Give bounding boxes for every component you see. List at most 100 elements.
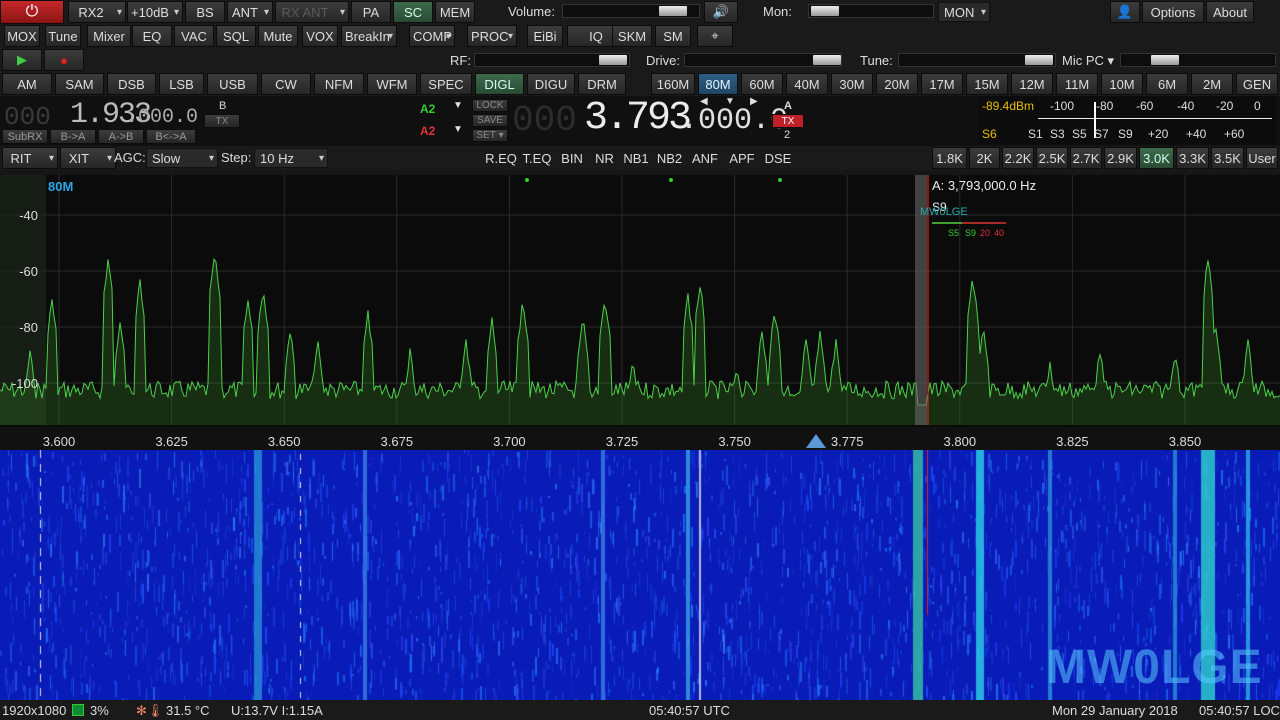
mode-cw-button[interactable]: CW	[261, 73, 311, 95]
btn-eq-button[interactable]: EQ	[132, 25, 172, 47]
dsp-teq-button[interactable]: T.EQ	[520, 147, 554, 169]
mode-nfm-button[interactable]: NFM	[314, 73, 364, 95]
mode-drm-button[interactable]: DRM	[578, 73, 626, 95]
rf-slider[interactable]	[474, 53, 630, 67]
filter-33k-button[interactable]: 3.3K	[1176, 147, 1209, 169]
preamp-button[interactable]: +10dB	[127, 1, 183, 23]
about-button[interactable]: About	[1206, 1, 1254, 23]
bs-button[interactable]: BS	[185, 1, 225, 23]
filter-35k-button[interactable]: 3.5K	[1211, 147, 1244, 169]
sc-button[interactable]: SC	[393, 1, 433, 23]
subrx-button[interactable]: SubRX	[2, 129, 48, 144]
band-2m-button[interactable]: 2M	[1191, 73, 1233, 95]
btn-tune-button[interactable]: Tune	[45, 25, 81, 47]
filter-22k-button[interactable]: 2.2K	[1002, 147, 1034, 169]
volume-thumb[interactable]	[659, 6, 687, 16]
dsp-req-button[interactable]: R.EQ	[484, 147, 518, 169]
band-10m-button[interactable]: 10M	[1101, 73, 1143, 95]
btn-sql-button[interactable]: SQL	[216, 25, 256, 47]
btn-mixer-button[interactable]: Mixer	[87, 25, 131, 47]
drive-thumb[interactable]	[813, 55, 841, 65]
agc-select[interactable]: Slow	[146, 148, 218, 168]
rit-button[interactable]: RIT	[2, 147, 58, 169]
btn-eibi-button[interactable]: EiBi	[527, 25, 563, 47]
mode-am-button[interactable]: AM	[2, 73, 52, 95]
mic-pc-label[interactable]: Mic PC ▾	[1062, 53, 1114, 69]
band-80m-button[interactable]: 80M	[698, 73, 738, 95]
band-6m-button[interactable]: 6M	[1146, 73, 1188, 95]
ant-button[interactable]: ANT	[227, 1, 273, 23]
mon-select[interactable]: MON	[938, 2, 990, 22]
dsp-dse-button[interactable]: DSE	[762, 147, 794, 169]
speaker-button[interactable]: 🔊	[704, 1, 738, 23]
band-15m-button[interactable]: 15M	[966, 73, 1008, 95]
rf-thumb[interactable]	[599, 55, 627, 65]
band-gen-button[interactable]: GEN	[1236, 73, 1278, 95]
filter-29k-button[interactable]: 2.9K	[1104, 147, 1137, 169]
btn-breakin-button[interactable]: BreakIn	[341, 25, 397, 47]
btn-skm-button[interactable]: SKM	[612, 25, 652, 47]
filter-30k-button[interactable]: 3.0K	[1139, 147, 1174, 169]
band-40m-button[interactable]: 40M	[786, 73, 828, 95]
a-to-b-button[interactable]: A->B	[98, 129, 144, 144]
panadapter[interactable]: 80M A: 3,793,000.0 HzS9MW0LGES5 S9 20 40-40-…	[0, 175, 1280, 450]
save-button[interactable]: SAVE	[472, 114, 508, 127]
band-17m-button[interactable]: 17M	[921, 73, 963, 95]
tune-down-icon[interactable]: ▼	[725, 96, 735, 107]
user-button[interactable]: 👤	[1110, 1, 1140, 23]
band-30m-button[interactable]: 30M	[831, 73, 873, 95]
mic-thumb[interactable]	[1151, 55, 1179, 65]
lock-button[interactable]: LOCK	[472, 99, 508, 112]
btn-mute-button[interactable]: Mute	[258, 25, 298, 47]
btn-mox-button[interactable]: MOX	[4, 25, 40, 47]
mon-thumb[interactable]	[811, 6, 839, 16]
mode-sam-button[interactable]: SAM	[55, 73, 104, 95]
rx-ant-button[interactable]: RX ANT	[275, 1, 349, 23]
play-button[interactable]: ▶	[2, 49, 42, 71]
mode-lsb-button[interactable]: LSB	[159, 73, 204, 95]
mode-dsb-button[interactable]: DSB	[107, 73, 156, 95]
filter-18k-button[interactable]: 1.8K	[932, 147, 967, 169]
mode-usb-button[interactable]: USB	[207, 73, 258, 95]
a2-bottom-dropdown-icon[interactable]: ▼	[453, 124, 463, 135]
band-160m-button[interactable]: 160M	[651, 73, 695, 95]
b-to-a-button[interactable]: B->A	[50, 129, 96, 144]
pin-button[interactable]: ⌖	[697, 25, 733, 47]
a2-top-dropdown-icon[interactable]: ▼	[453, 100, 463, 111]
mode-spec-button[interactable]: SPEC	[420, 73, 472, 95]
mode-digu-button[interactable]: DIGU	[527, 73, 575, 95]
xit-button[interactable]: XIT	[60, 147, 116, 169]
swap-ab-button[interactable]: B<->A	[146, 129, 196, 144]
mon-slider[interactable]	[808, 4, 934, 18]
tune-slider[interactable]	[898, 53, 1056, 67]
vfoa-freq-main[interactable]: 3.793	[584, 96, 692, 141]
vfoa-tx-button[interactable]: TX	[772, 114, 804, 128]
dsp-nr-button[interactable]: NR	[590, 147, 619, 169]
rx2-button[interactable]: RX2	[68, 1, 126, 23]
record-button[interactable]: ●	[44, 49, 84, 71]
power-button[interactable]: ⏻	[0, 0, 64, 24]
dsp-nb2-button[interactable]: NB2	[653, 147, 686, 169]
set-button[interactable]: SET ▾	[472, 129, 508, 142]
btn-sm-button[interactable]: SM	[655, 25, 691, 47]
band-11m-button[interactable]: 11M	[1056, 73, 1098, 95]
volume-slider[interactable]	[562, 4, 700, 18]
filter-25k-button[interactable]: 2.5K	[1036, 147, 1068, 169]
vfob-tx-button[interactable]: TX	[204, 114, 240, 128]
btn-proc-button[interactable]: PROC	[467, 25, 517, 47]
btn-comp-button[interactable]: COMP	[409, 25, 455, 47]
tune-thumb[interactable]	[1025, 55, 1053, 65]
filter-user-button[interactable]: User	[1246, 147, 1278, 169]
btn-iq-button[interactable]: IQ	[567, 25, 613, 47]
step-select[interactable]: 10 Hz	[254, 148, 328, 168]
dsp-anf-button[interactable]: ANF	[688, 147, 722, 169]
mode-digl-button[interactable]: DIGL	[475, 73, 524, 95]
tune-right-icon[interactable]: ▶	[750, 96, 758, 107]
band-60m-button[interactable]: 60M	[741, 73, 783, 95]
btn-vox-button[interactable]: VOX	[302, 25, 338, 47]
filter-2k-button[interactable]: 2K	[969, 147, 1000, 169]
band-20m-button[interactable]: 20M	[876, 73, 918, 95]
tune-left-icon[interactable]: ◀	[700, 96, 708, 107]
dsp-nb1-button[interactable]: NB1	[621, 147, 651, 169]
filter-27k-button[interactable]: 2.7K	[1070, 147, 1102, 169]
